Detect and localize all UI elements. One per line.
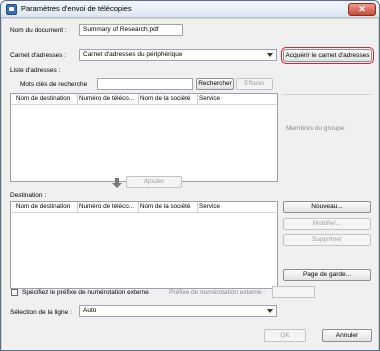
destination-label: Destination : [10, 192, 47, 199]
cancel-button[interactable]: Annuler [322, 329, 372, 342]
line-selection-select[interactable]: Auto [79, 305, 277, 317]
column-header[interactable]: Service [199, 95, 220, 102]
column-separator [197, 202, 198, 212]
external-prefix-checkbox-label: Spécifiez le préfixe de numérotation ext… [22, 289, 149, 296]
cover-page-button[interactable]: Page de garde... [283, 269, 371, 281]
search-keywords-label: Mots clés de recherche [20, 81, 88, 88]
new-destination-button[interactable]: Nouveau... [283, 201, 371, 213]
column-header[interactable]: Nom de la société [140, 95, 190, 102]
column-separator [77, 202, 78, 212]
column-separator [138, 94, 139, 104]
fax-settings-dialog: Paramètres d'envoi de télécopies ✕ Nom d… [0, 0, 380, 351]
column-header[interactable]: Nom de la société [140, 203, 190, 210]
document-name-field[interactable]: Summary of Research.pdf [79, 24, 183, 36]
title-bar: Paramètres d'envoi de télécopies ✕ [1, 1, 379, 18]
document-name-label: Nom du document : [10, 27, 67, 34]
address-list-table[interactable]: Nom de destination Numéro de téléco... N… [10, 93, 278, 182]
address-book-selected-value: Carnet d'adresses du périphérique [83, 51, 183, 58]
address-list-label: Liste d'adresses : [10, 67, 61, 74]
dialog-body: Nom du document : Summary of Research.pd… [2, 19, 378, 350]
search-input[interactable] [97, 78, 193, 90]
external-prefix-checkbox[interactable] [11, 289, 18, 296]
line-selection-label: Sélection de la ligne : [10, 309, 72, 316]
column-header[interactable]: Numéro de téléco... [79, 203, 134, 210]
column-separator [138, 202, 139, 212]
column-header[interactable]: Service [199, 203, 220, 210]
group-members-top-line [283, 94, 371, 95]
destination-table[interactable]: Nom de destination Numéro de téléco... N… [10, 201, 278, 289]
add-button[interactable]: Ajouter [126, 176, 182, 188]
line-selection-value: Auto [83, 307, 97, 314]
chevron-down-icon [267, 53, 273, 57]
clear-button[interactable]: Effacer [236, 78, 273, 90]
address-book-select[interactable]: Carnet d'adresses du périphérique [79, 49, 277, 61]
delete-destination-button[interactable]: Supprimer [283, 234, 371, 246]
destination-header: Nom de destination Numéro de téléco... N… [11, 202, 277, 213]
arrow-down-icon [112, 178, 122, 188]
close-button[interactable]: ✕ [348, 3, 376, 16]
address-book-label: Carnet d'adresses : [10, 52, 67, 59]
edit-destination-button[interactable]: Modifier... [283, 218, 371, 230]
group-members-label: Membres du groupe : [286, 125, 348, 132]
address-list-header: Nom de destination Numéro de téléco... N… [11, 94, 277, 105]
column-separator [77, 94, 78, 104]
column-header[interactable]: Nom de destination [16, 203, 70, 210]
chevron-down-icon [267, 309, 273, 313]
column-header[interactable]: Numéro de téléco... [79, 95, 134, 102]
external-prefix-input[interactable] [272, 286, 315, 298]
ok-button[interactable]: OK [264, 329, 306, 342]
search-button[interactable]: Rechercher [196, 78, 234, 90]
external-prefix-field-label: Préfixe de numérotation externe : [169, 289, 266, 296]
fax-app-icon [6, 4, 17, 15]
column-separator [197, 94, 198, 104]
acquire-address-book-button[interactable]: Acquérir le carnet d'adresses [281, 47, 374, 64]
column-header[interactable]: Nom de destination [16, 95, 70, 102]
window-title: Paramètres d'envoi de télécopies [21, 4, 132, 13]
